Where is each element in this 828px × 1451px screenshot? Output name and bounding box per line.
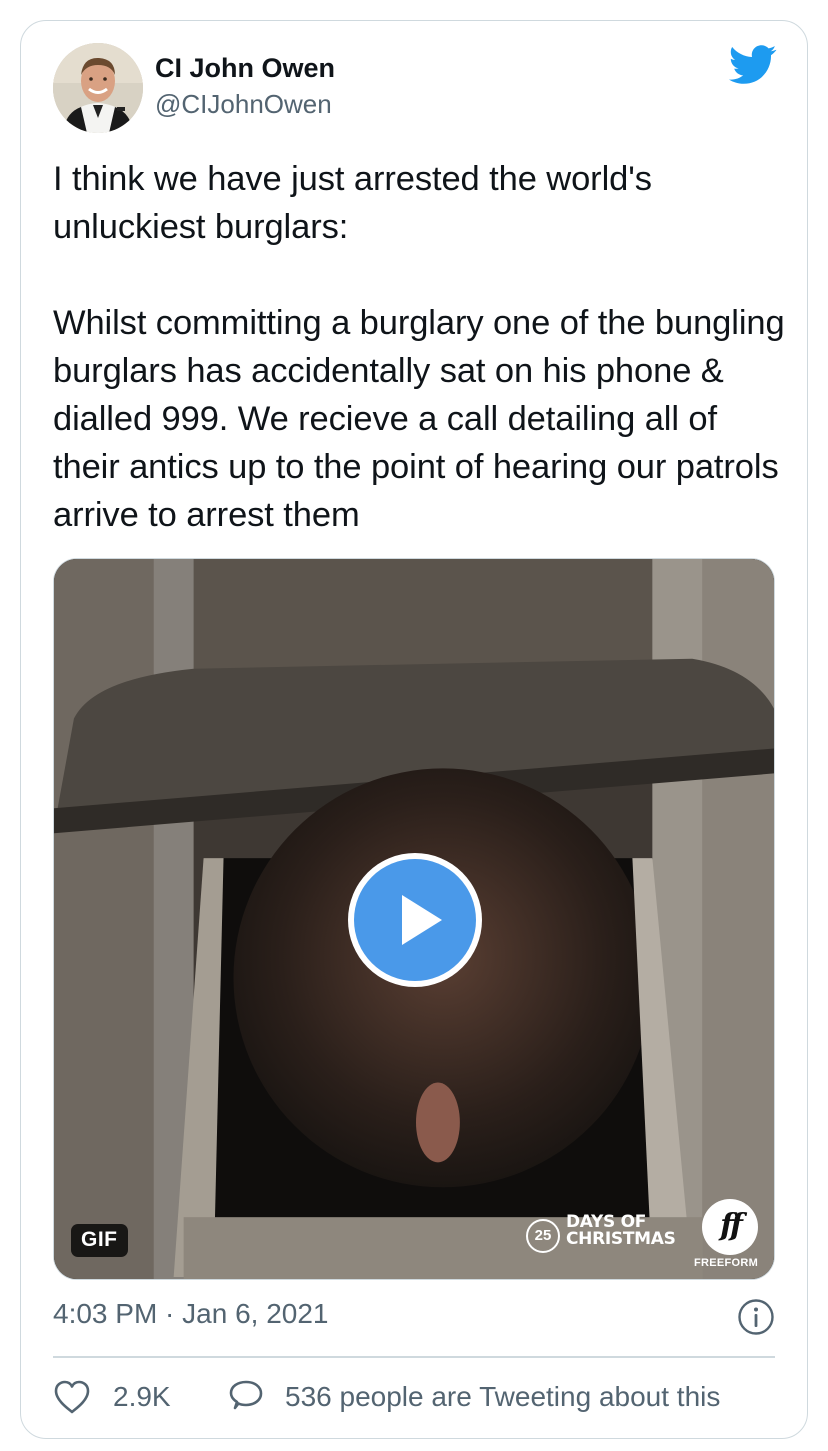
divider	[53, 1356, 775, 1358]
tweeting-about-this-link[interactable]: 536 people are Tweeting about this	[285, 1381, 720, 1413]
freeform-caption: FREEFORM	[694, 1257, 759, 1269]
tweet-card: CI John Owen @CIJohnOwen I think we have…	[20, 20, 808, 1439]
author-handle[interactable]: @CIJohnOwen	[155, 89, 332, 120]
like-count[interactable]: 2.9K	[113, 1381, 171, 1413]
tweet-timestamp[interactable]: 4:03 PM · Jan 6, 2021	[53, 1298, 329, 1330]
heart-icon[interactable]	[53, 1379, 91, 1415]
info-icon[interactable]	[737, 1298, 775, 1336]
days-of-christmas-watermark: 25 DAYS OF CHRISTMAS	[526, 1211, 686, 1255]
author-display-name[interactable]: CI John Owen	[155, 53, 335, 84]
gif-media[interactable]: GIF 25 DAYS OF CHRISTMAS ff FREEFORM	[53, 558, 775, 1280]
speech-bubble-icon[interactable]	[227, 1378, 265, 1416]
freeform-logo: ff	[702, 1199, 758, 1255]
watermark-text: DAYS OF CHRISTMAS	[566, 1212, 676, 1249]
play-icon	[354, 859, 476, 981]
play-button[interactable]	[348, 853, 482, 987]
watermark-number: 25	[526, 1219, 560, 1253]
gif-badge: GIF	[71, 1224, 128, 1257]
avatar-image	[53, 43, 143, 133]
twitter-bird-icon[interactable]	[729, 45, 777, 85]
tweet-text: I think we have just arrested the world'…	[53, 160, 785, 534]
avatar[interactable]	[53, 43, 143, 133]
